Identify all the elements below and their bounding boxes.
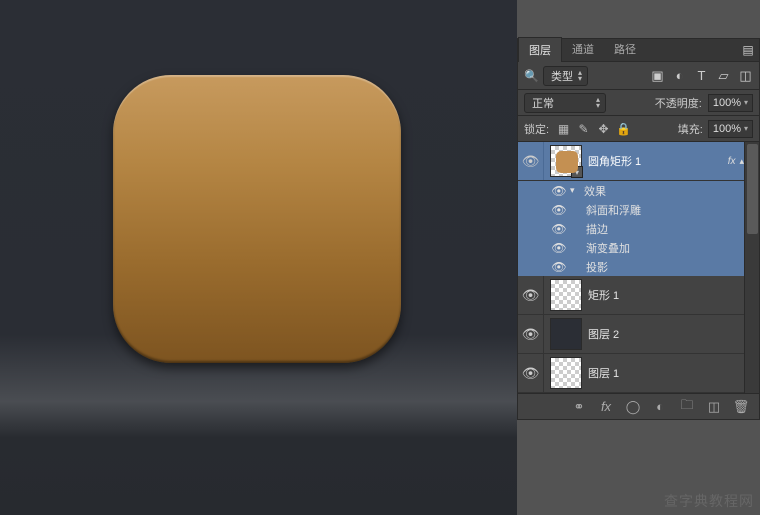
- tab-paths[interactable]: 路径: [604, 37, 646, 61]
- opacity-label: 不透明度:: [655, 95, 702, 111]
- layers-bottom-bar: ⚭ fx ◯ ◐ 🗀 ◫ 🗑: [518, 393, 759, 419]
- visibility-icon[interactable]: 👁: [518, 315, 544, 353]
- lock-position-icon[interactable]: ✥: [596, 121, 611, 136]
- visibility-icon[interactable]: 👁: [548, 260, 570, 274]
- lock-all-icon[interactable]: 🔒: [616, 121, 631, 136]
- layer-thumbnail[interactable]: ▾: [550, 145, 582, 177]
- fx-indicator[interactable]: fx: [728, 156, 736, 167]
- tab-layers[interactable]: 图层: [518, 37, 562, 62]
- delete-layer-icon[interactable]: 🗑: [733, 399, 749, 415]
- layer-name[interactable]: 图层 1: [588, 365, 744, 381]
- filter-shape-icon[interactable]: ▱: [716, 68, 731, 83]
- search-icon: 🔍: [524, 69, 539, 83]
- filter-image-icon[interactable]: ▣: [650, 68, 665, 83]
- layer-thumbnail[interactable]: [550, 357, 582, 389]
- scroll-thumb[interactable]: [747, 144, 758, 234]
- opacity-input[interactable]: 100%▾: [708, 94, 753, 112]
- filter-text-icon[interactable]: T: [694, 68, 709, 83]
- visibility-icon[interactable]: 👁: [548, 241, 570, 255]
- layer-filter-row: 🔍 类型 ▴▾ ▣ ◐ T ▱ ◫: [518, 62, 759, 90]
- lock-label: 锁定:: [524, 121, 549, 137]
- fill-input[interactable]: 100%▾: [708, 120, 753, 138]
- layer-name[interactable]: 图层 2: [588, 326, 744, 342]
- visibility-icon[interactable]: 👁: [548, 203, 570, 217]
- layer-name[interactable]: 圆角矩形 1: [588, 153, 728, 169]
- filter-type-dropdown[interactable]: 类型 ▴▾: [543, 66, 588, 86]
- layer-row[interactable]: 👁 图层 2: [518, 315, 759, 354]
- visibility-icon[interactable]: 👁: [548, 184, 570, 198]
- lock-row: 锁定: ▦ ✎ ✥ 🔒 填充: 100%▾: [518, 116, 759, 142]
- effect-drop-shadow[interactable]: 👁 投影: [518, 257, 759, 276]
- fill-label: 填充:: [678, 121, 703, 137]
- visibility-icon[interactable]: 👁: [518, 142, 544, 180]
- shape-badge-icon: ▾: [571, 166, 583, 178]
- effect-stroke[interactable]: 👁 描边: [518, 219, 759, 238]
- effects-header[interactable]: 👁 ▾ 效果: [518, 181, 759, 200]
- tab-channels[interactable]: 通道: [562, 37, 604, 61]
- layer-row[interactable]: 👁 矩形 1: [518, 276, 759, 315]
- canvas-area: [0, 0, 517, 515]
- visibility-icon[interactable]: 👁: [518, 276, 544, 314]
- layer-row-selected[interactable]: 👁 ▾ 圆角矩形 1 fx ▴: [518, 142, 759, 181]
- new-group-icon[interactable]: 🗀: [679, 399, 695, 415]
- panel-tabs: 图层 通道 路径 ▤: [518, 39, 759, 62]
- adjustment-layer-icon[interactable]: ◐: [652, 399, 668, 415]
- link-layers-icon[interactable]: ⚭: [571, 399, 587, 415]
- layers-panel: 图层 通道 路径 ▤ 🔍 类型 ▴▾ ▣ ◐ T ▱ ◫ 正常 ▴▾: [517, 38, 760, 420]
- rounded-rect-icon: [113, 75, 401, 363]
- panel-menu-icon[interactable]: ▤: [737, 39, 759, 61]
- lock-transparent-icon[interactable]: ▦: [556, 121, 571, 136]
- blend-mode-row: 正常 ▴▾ 不透明度: 100%▾: [518, 90, 759, 116]
- new-layer-icon[interactable]: ◫: [706, 399, 722, 415]
- layer-mask-icon[interactable]: ◯: [625, 399, 641, 415]
- filter-smart-icon[interactable]: ◫: [738, 68, 753, 83]
- watermark: 查字典教程网: [664, 491, 754, 511]
- panels-area: 图层 通道 路径 ▤ 🔍 类型 ▴▾ ▣ ◐ T ▱ ◫ 正常 ▴▾: [517, 0, 760, 515]
- lock-pixels-icon[interactable]: ✎: [576, 121, 591, 136]
- scrollbar[interactable]: [744, 142, 759, 393]
- layer-thumbnail[interactable]: [550, 279, 582, 311]
- filter-adjust-icon[interactable]: ◐: [672, 68, 687, 83]
- visibility-icon[interactable]: 👁: [518, 354, 544, 392]
- visibility-icon[interactable]: 👁: [548, 222, 570, 236]
- layers-list: 👁 ▾ 圆角矩形 1 fx ▴ 👁 ▾ 效果 👁 斜面和浮雕 👁 描边: [518, 142, 759, 393]
- layer-name[interactable]: 矩形 1: [588, 287, 744, 303]
- dropdown-arrows-icon: ▴▾: [596, 97, 600, 109]
- layer-thumbnail[interactable]: [550, 318, 582, 350]
- dropdown-arrows-icon: ▴▾: [578, 70, 582, 82]
- effect-bevel[interactable]: 👁 斜面和浮雕: [518, 200, 759, 219]
- layer-style-icon[interactable]: fx: [598, 399, 614, 415]
- layer-row[interactable]: 👁 图层 1: [518, 354, 759, 393]
- effects-collapse-icon[interactable]: ▾: [570, 185, 584, 196]
- blend-mode-dropdown[interactable]: 正常 ▴▾: [524, 93, 606, 113]
- effect-gradient-overlay[interactable]: 👁 渐变叠加: [518, 238, 759, 257]
